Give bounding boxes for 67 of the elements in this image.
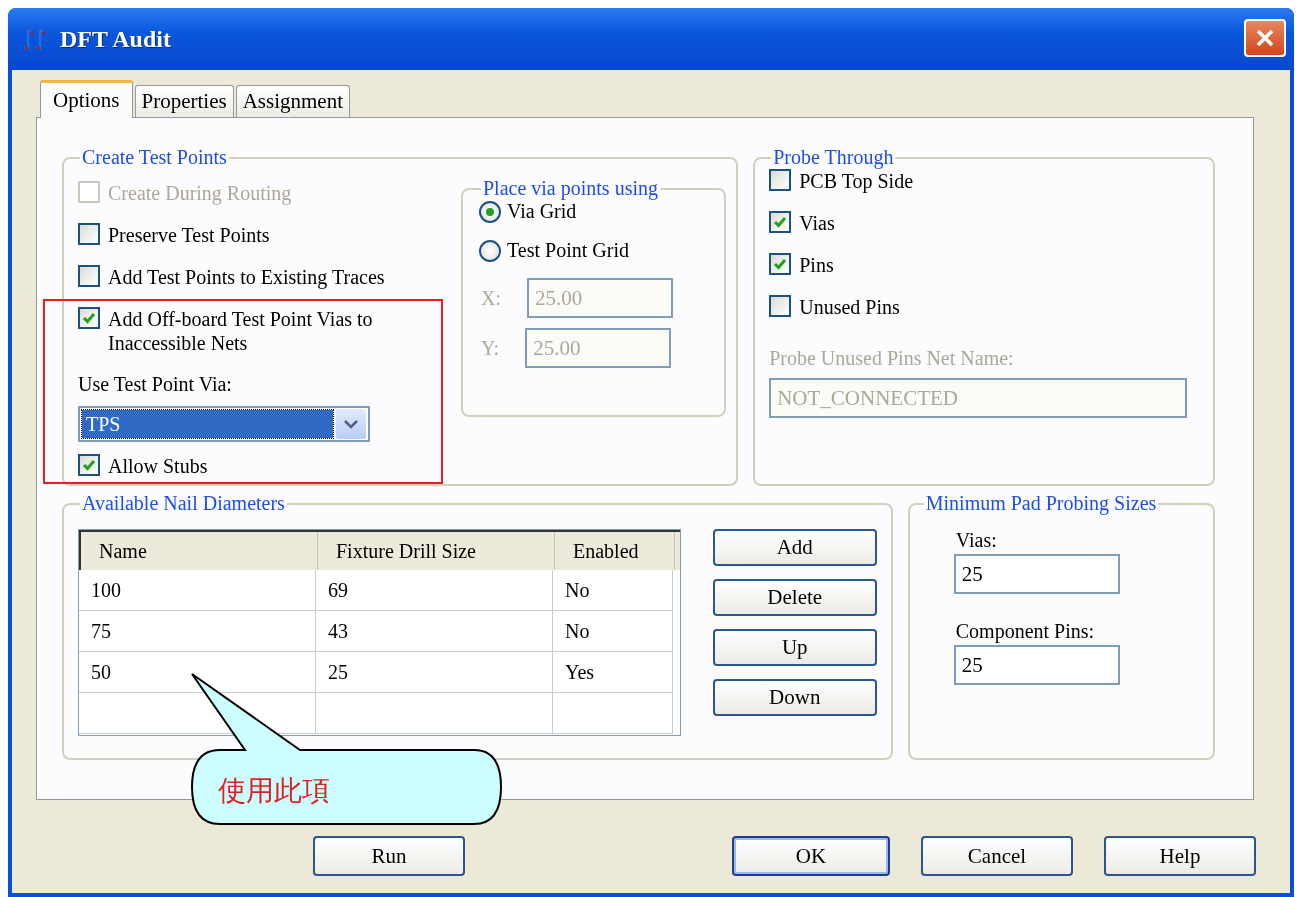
checkbox-label: Allow Stubs [108, 454, 208, 478]
radio-button[interactable] [479, 200, 501, 223]
table-button[interactable]: Down [712, 679, 877, 716]
group-title: Place via points using [482, 177, 659, 200]
group-title: Minimum Pad Probing Sizes [924, 492, 1158, 515]
checkbox[interactable] [769, 211, 792, 233]
checkbox[interactable] [769, 253, 792, 275]
check-icon [772, 214, 789, 230]
checkbox-label: Add Test Points to Existing Traces [108, 265, 385, 289]
checkbox[interactable] [78, 454, 100, 476]
group-title: Available Nail Diameters [81, 492, 286, 515]
checkbox-label: Add Off-board Test Point Vias to Inaccessible Nets [108, 307, 374, 355]
chevron-down-icon [344, 419, 358, 429]
field-label: Use Test Point Via: [78, 373, 233, 396]
table-cell: 75 [79, 611, 316, 652]
close-button[interactable] [1244, 19, 1286, 57]
check-icon [772, 256, 789, 272]
field-label: Component Pins: [954, 620, 1096, 643]
dialog-button[interactable]: Run [313, 836, 465, 876]
checkbox-label: PCB Top Side [799, 169, 914, 193]
close-icon [1255, 28, 1275, 48]
checkbox-label: Pins [799, 253, 834, 277]
field-label: Y: [481, 336, 500, 360]
column-header[interactable]: Fixture Drill Size [318, 532, 555, 570]
radio-label: Via Grid [507, 200, 577, 223]
column-header[interactable]: Name [81, 532, 318, 570]
checkbox[interactable] [78, 265, 100, 287]
callout-text: 使用此項 [218, 773, 330, 809]
table-cell: 25 [316, 652, 553, 693]
radio-button[interactable] [479, 239, 501, 262]
tab[interactable]: Assignment [235, 85, 350, 117]
group-title: Probe Through [772, 146, 895, 169]
tab[interactable]: Options [40, 80, 133, 118]
table-cell: 100 [79, 570, 316, 611]
dialog-button[interactable]: OK [732, 836, 890, 876]
size-field[interactable]: 25 [953, 645, 1120, 685]
table-cell: No [553, 611, 673, 652]
dialog-button[interactable]: Help [1104, 836, 1256, 876]
dialog-button[interactable]: Cancel [921, 836, 1073, 876]
checkbox-label: Preserve Test Points [108, 223, 270, 247]
via-dropdown[interactable]: TPS [78, 406, 370, 442]
table-cell: 43 [316, 611, 553, 652]
field-label: Probe Unused Pins Net Name: [769, 347, 1015, 370]
field-label: X: [481, 286, 501, 310]
tab[interactable]: Properties [134, 85, 234, 117]
table-cell: Yes [553, 652, 673, 693]
table-cell: 69 [316, 570, 553, 611]
checkbox-label: Vias [799, 211, 835, 235]
check-icon [81, 310, 97, 326]
table-button[interactable]: Up [712, 629, 877, 666]
size-field[interactable]: 25 [953, 554, 1120, 594]
dropdown-button[interactable] [336, 409, 366, 439]
field-label: Vias: [954, 529, 998, 552]
checkbox-label: Create During Routing [108, 181, 292, 205]
radio-label: Test Point Grid [507, 239, 629, 262]
checkbox[interactable] [78, 307, 100, 329]
window-title: DFT Audit [60, 25, 172, 53]
check-icon [81, 457, 97, 473]
checkbox[interactable] [78, 223, 100, 245]
checkbox[interactable] [769, 295, 792, 317]
table-button[interactable]: Add [712, 529, 877, 566]
table-button[interactable]: Delete [712, 579, 877, 616]
group-title: Create Test Points [81, 146, 228, 169]
checkbox[interactable] [769, 169, 792, 191]
checkbox-label: Unused Pins [799, 295, 900, 319]
table-cell: No [553, 570, 673, 611]
column-header[interactable]: Enabled [555, 532, 675, 570]
